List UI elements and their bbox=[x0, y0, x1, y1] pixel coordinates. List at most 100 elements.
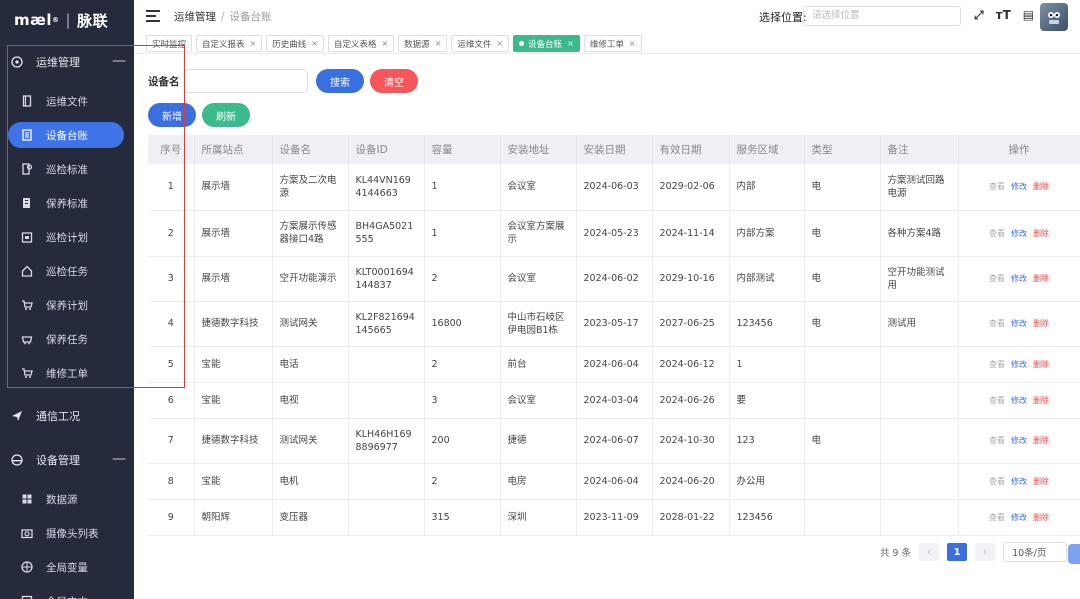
edit-link[interactable]: 修改 bbox=[1011, 229, 1027, 238]
delete-link[interactable]: 删除 bbox=[1033, 182, 1049, 191]
add-button[interactable]: 新增 bbox=[148, 103, 196, 127]
delete-link[interactable]: 删除 bbox=[1033, 229, 1049, 238]
tag-view-item[interactable]: 维修工单 × bbox=[583, 35, 642, 52]
search-button[interactable]: 搜索 bbox=[316, 69, 364, 93]
brand-logo: mæl ® | 脉联 bbox=[0, 0, 134, 40]
document-icon[interactable]: ▤ bbox=[1023, 8, 1034, 23]
edit-link[interactable]: 修改 bbox=[1011, 396, 1027, 405]
edit-link[interactable]: 修改 bbox=[1011, 360, 1027, 369]
tag-view-item[interactable]: 自定义报表 × bbox=[196, 35, 263, 52]
table-row: 7 捷德数字科技 测试网关 KLH46H1698896977 200 捷德 2024-06-… bbox=[148, 418, 1080, 464]
device-name-input[interactable] bbox=[184, 69, 308, 93]
row-actions: 查看 修改 删除 bbox=[958, 499, 1080, 536]
view-link[interactable]: 查看 bbox=[989, 477, 1005, 486]
table-cell: 123456 bbox=[729, 499, 805, 536]
tag-view-item[interactable]: 设备台账 × bbox=[513, 35, 580, 52]
delete-link[interactable]: 删除 bbox=[1033, 319, 1049, 328]
tag-view-item[interactable]: 运维文件 × bbox=[451, 35, 510, 52]
view-link[interactable]: 查看 bbox=[989, 319, 1005, 328]
tag-label: 数据源 bbox=[404, 39, 430, 50]
edit-link[interactable]: 修改 bbox=[1011, 319, 1027, 328]
table-cell: 会议室 bbox=[500, 164, 577, 211]
sidebar-item[interactable]: 数据源 bbox=[0, 482, 134, 516]
edit-link[interactable]: 修改 bbox=[1011, 274, 1027, 283]
sidebar-item-label: 保养计划 bbox=[46, 299, 88, 312]
edit-link[interactable]: 修改 bbox=[1011, 477, 1027, 486]
close-icon[interactable]: × bbox=[435, 39, 442, 48]
font-size-icon[interactable]: тT bbox=[996, 8, 1011, 23]
location-label: 选择位置: bbox=[759, 11, 807, 24]
tag-view-item[interactable]: 自定义表格 × bbox=[327, 35, 395, 52]
refresh-button[interactable]: 刷新 bbox=[202, 103, 250, 127]
sidebar-item[interactable]: 运维文件 bbox=[0, 84, 134, 118]
avatar[interactable] bbox=[1040, 3, 1068, 31]
table-cell: 方案及二次电源 bbox=[272, 164, 349, 211]
breadcrumb: 运维管理 / 设备台账 bbox=[174, 9, 272, 24]
prev-page-button[interactable]: ‹ bbox=[919, 543, 940, 561]
table-cell: 7 bbox=[148, 418, 195, 464]
collapse-icon[interactable]: — bbox=[112, 452, 126, 466]
tag-view-item[interactable]: 历史曲线 × bbox=[266, 35, 324, 52]
view-link[interactable]: 查看 bbox=[989, 436, 1005, 445]
sidebar-item[interactable]: 维修工单 bbox=[0, 356, 134, 390]
sidebar-item[interactable]: 保养计划 bbox=[0, 288, 134, 322]
close-icon[interactable]: × bbox=[567, 39, 574, 48]
fullscreen-icon[interactable]: ⤢ bbox=[974, 8, 984, 23]
edit-link[interactable]: 修改 bbox=[1011, 182, 1027, 191]
edit-link[interactable]: 修改 bbox=[1011, 513, 1027, 522]
menu-group-ops[interactable]: 运维管理 — bbox=[0, 40, 134, 84]
column-header: 安装地址 bbox=[500, 135, 577, 164]
delete-link[interactable]: 删除 bbox=[1033, 360, 1049, 369]
delete-link[interactable]: 删除 bbox=[1033, 513, 1049, 522]
edit-link[interactable]: 修改 bbox=[1011, 436, 1027, 445]
table-cell: 1 bbox=[148, 164, 195, 211]
close-icon[interactable]: × bbox=[629, 39, 636, 48]
breadcrumb-separator: / bbox=[221, 10, 225, 23]
breadcrumb-current: 设备台账 bbox=[229, 10, 272, 23]
floating-side-button[interactable] bbox=[1068, 544, 1080, 564]
tag-view-item[interactable]: 数据源 × bbox=[398, 35, 448, 52]
view-link[interactable]: 查看 bbox=[989, 229, 1005, 238]
sidebar-item[interactable]: 保养标准 bbox=[0, 186, 134, 220]
page-1-button[interactable]: 1 bbox=[947, 543, 968, 561]
delete-link[interactable]: 删除 bbox=[1033, 396, 1049, 405]
sidebar-item[interactable]: 摄像头列表 bbox=[0, 516, 134, 550]
sidebar-item[interactable]: 保养任务 bbox=[0, 322, 134, 356]
sidebar-item[interactable]: 全局文本 bbox=[0, 584, 134, 599]
breadcrumb-parent[interactable]: 运维管理 bbox=[174, 11, 216, 23]
view-link[interactable]: 查看 bbox=[989, 360, 1005, 369]
view-link[interactable]: 查看 bbox=[989, 274, 1005, 283]
clear-button[interactable]: 清空 bbox=[370, 69, 418, 93]
sidebar-item[interactable]: 巡检标准 bbox=[0, 152, 134, 186]
sidebar-item[interactable]: 巡检计划 bbox=[0, 220, 134, 254]
sidebar-item[interactable]: 全局变量 bbox=[0, 550, 134, 584]
close-icon[interactable]: × bbox=[250, 39, 257, 48]
sidebar-item-label: 全局文本 bbox=[46, 594, 88, 599]
menu-group-comm[interactable]: 通信工况 bbox=[0, 394, 134, 438]
location-select[interactable]: 请选择位置 bbox=[803, 6, 961, 26]
delete-link[interactable]: 删除 bbox=[1033, 436, 1049, 445]
next-page-button[interactable]: › bbox=[975, 543, 996, 561]
delete-link[interactable]: 删除 bbox=[1033, 274, 1049, 283]
menu-group-device[interactable]: 设备管理 — bbox=[0, 438, 134, 482]
close-icon[interactable]: × bbox=[496, 39, 503, 48]
sidebar-item-label: 全局变量 bbox=[46, 561, 88, 574]
table-cell: 要 bbox=[729, 382, 805, 419]
close-icon[interactable]: × bbox=[381, 39, 388, 48]
table-cell: 2 bbox=[424, 346, 501, 383]
tag-view-item[interactable]: 实时监控 bbox=[146, 35, 193, 52]
table-cell: 捷德 bbox=[500, 418, 577, 464]
page-size-select[interactable]: 10条/页 bbox=[1003, 542, 1068, 562]
menu-toggle-icon[interactable] bbox=[146, 10, 160, 22]
column-header: 所属站点 bbox=[194, 135, 273, 164]
view-link[interactable]: 查看 bbox=[989, 513, 1005, 522]
table-cell: 深圳 bbox=[500, 499, 577, 536]
view-link[interactable]: 查看 bbox=[989, 182, 1005, 191]
view-link[interactable]: 查看 bbox=[989, 396, 1005, 405]
sidebar-item[interactable]: 设备台账 bbox=[8, 122, 124, 148]
close-icon[interactable]: × bbox=[311, 39, 318, 48]
sidebar-item[interactable]: 巡检任务 bbox=[0, 254, 134, 288]
delete-link[interactable]: 删除 bbox=[1033, 477, 1049, 486]
row-actions: 查看 修改 删除 bbox=[958, 382, 1080, 419]
collapse-icon[interactable]: — bbox=[112, 54, 126, 68]
